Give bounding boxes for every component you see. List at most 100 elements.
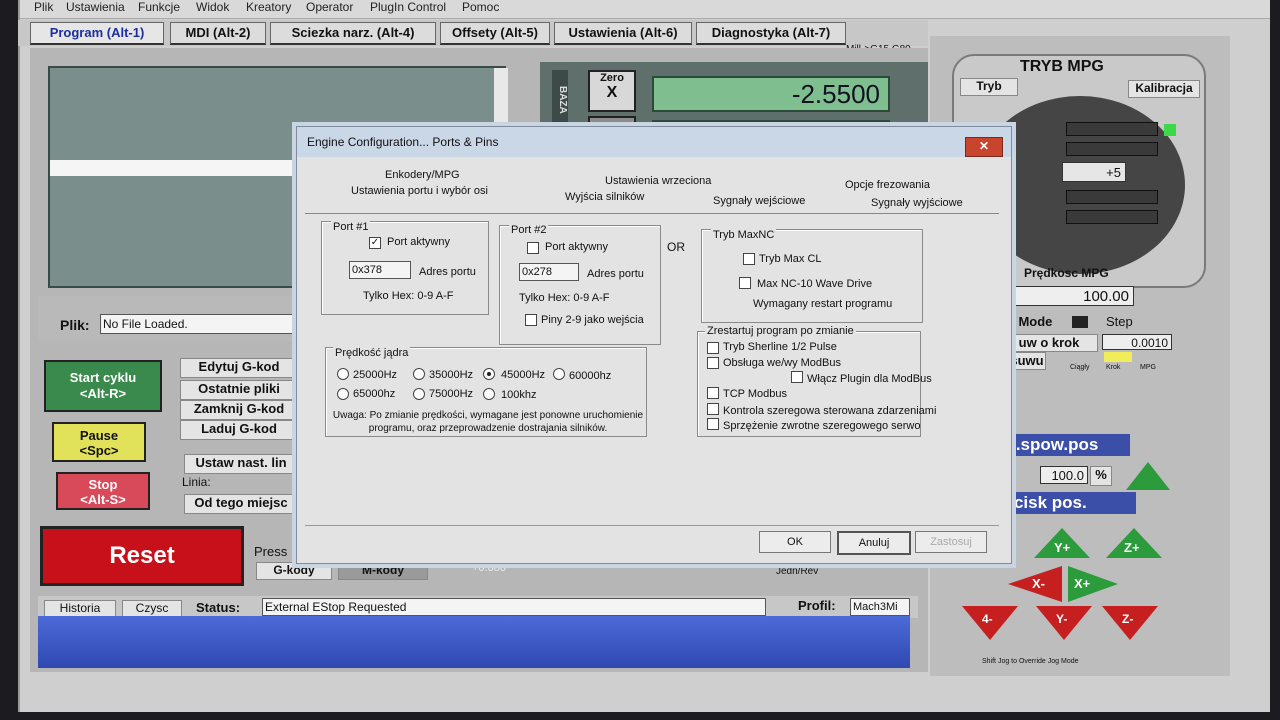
- servo-feedback-label: Sprzężenie zwrotne szeregowego serwo: [723, 420, 921, 432]
- port2-pins-input-checkbox[interactable]: [525, 314, 537, 326]
- edit-gcode-button[interactable]: Edytuj G-kod: [180, 358, 298, 378]
- menu-plik[interactable]: Plik: [34, 0, 53, 14]
- tab-enkodery[interactable]: Enkodery/MPG: [385, 169, 460, 181]
- press-label: Press: [254, 544, 288, 559]
- dialog-close-button[interactable]: ✕: [965, 137, 1003, 157]
- speed-100k-label: 100khz: [501, 389, 537, 401]
- modbus-plugin-checkbox[interactable]: [791, 371, 803, 383]
- dialog-divider: [305, 525, 999, 526]
- speed-100k-radio[interactable]: [483, 388, 495, 400]
- set-next-line-button[interactable]: Ustaw nast. lin: [184, 454, 298, 474]
- menu-ustawienia[interactable]: Ustawienia: [66, 0, 125, 14]
- ports-pins-dialog: Engine Configuration... Ports & Pins ✕ E…: [296, 126, 1012, 564]
- tab-ustawienia-wrzeciona[interactable]: Ustawienia wrzeciona: [605, 175, 711, 187]
- tab-ustawienia-portu[interactable]: Ustawienia portu i wybór osi: [351, 185, 488, 197]
- run-from-here-button[interactable]: Od tego miejsc: [184, 494, 298, 514]
- reset-button[interactable]: Reset: [40, 526, 244, 586]
- mpg-option-2[interactable]: [1066, 142, 1158, 156]
- step-mode-label: Krok: [1106, 364, 1121, 371]
- slow-jog-rate: 100.0: [1040, 466, 1088, 484]
- sherline-label: Tryb Sherline 1/2 Pulse: [723, 341, 837, 353]
- menu-plugin-control[interactable]: PlugIn Control: [370, 0, 446, 14]
- zero-x-button[interactable]: Zero X: [588, 70, 636, 112]
- speed-35000-radio[interactable]: [413, 368, 425, 380]
- load-gcode-button[interactable]: Laduj G-kod: [180, 420, 298, 440]
- menu-funkcje[interactable]: Funkcje: [138, 0, 180, 14]
- max-nc10-label: Max NC-10 Wave Drive: [757, 278, 873, 290]
- port1-active-label: Port aktywny: [387, 236, 450, 248]
- speed-75000-radio[interactable]: [413, 388, 425, 400]
- dro-x-value: -2.5500: [652, 76, 890, 112]
- close-gcode-button[interactable]: Zamknij G-kod: [180, 400, 298, 420]
- mpg-status-led: [1164, 124, 1176, 136]
- mpg-option-1[interactable]: [1066, 122, 1158, 136]
- servo-feedback-checkbox[interactable]: [707, 418, 719, 430]
- baza-label: BAZA: [552, 70, 568, 130]
- max-nc10-checkbox[interactable]: [739, 277, 751, 289]
- max-cl-label: Tryb Max CL: [759, 253, 822, 265]
- modbus-plugin-label: Włącz Plugin dla ModBus: [807, 373, 932, 385]
- tab-diagnostyka[interactable]: Diagnostyka (Alt-7): [696, 22, 846, 45]
- step-mode-led: [1104, 352, 1132, 362]
- sherline-checkbox[interactable]: [707, 342, 719, 354]
- recent-files-button[interactable]: Ostatnie pliki: [180, 380, 298, 400]
- continuous-label: Ciągły: [1070, 364, 1090, 371]
- ok-button[interactable]: OK: [759, 531, 831, 553]
- serial-event-checkbox[interactable]: [707, 403, 719, 415]
- speed-25000-radio[interactable]: [337, 368, 349, 380]
- mcodes-button[interactable]: M-kody: [338, 562, 428, 580]
- tab-sciezka[interactable]: Sciezka narz. (Alt-4): [270, 22, 436, 45]
- tab-program[interactable]: Program (Alt-1): [30, 22, 164, 45]
- jog-y-minus-label: Y-: [1056, 612, 1068, 626]
- port2-title: Port #2: [509, 224, 549, 236]
- mpg-speed-value: 100.00: [1014, 286, 1134, 306]
- tcp-modbus-checkbox[interactable]: [707, 387, 719, 399]
- step-jog-button[interactable]: uw o krok: [1000, 334, 1098, 352]
- apply-button[interactable]: Zastosuj: [915, 531, 987, 553]
- speed-65000-radio[interactable]: [337, 388, 349, 400]
- tab-opcje-frezowania[interactable]: Opcje frezowania: [845, 179, 930, 191]
- tab-sygnaly-wyjsciowe[interactable]: Sygnały wyjściowe: [871, 197, 963, 209]
- serial-event-label: Kontrola szeregowa sterowana zdarzeniami: [723, 405, 937, 417]
- port1-address-input[interactable]: 0x378: [349, 261, 411, 279]
- stop-button[interactable]: Stop <Alt-S>: [56, 472, 150, 510]
- menu-kreatory[interactable]: Kreatory: [246, 0, 291, 14]
- port2-active-checkbox[interactable]: [527, 242, 539, 254]
- tab-wyjscia-silnikow[interactable]: Wyjścia silników: [565, 191, 644, 203]
- mpg-calibration-button[interactable]: Kalibracja: [1128, 80, 1200, 98]
- tab-sygnaly-wejsciowe[interactable]: Sygnały wejściowe: [713, 195, 805, 207]
- mpg-option-4[interactable]: [1066, 210, 1158, 224]
- port1-active-checkbox[interactable]: ✓: [369, 237, 381, 249]
- speed-45000-label: 45000Hz: [501, 369, 546, 381]
- gcodes-button[interactable]: G-kody: [256, 562, 332, 580]
- tab-offsety[interactable]: Offsety (Alt-5): [440, 22, 550, 45]
- jog-z-minus-label: Z-: [1122, 612, 1134, 626]
- max-cl-checkbox[interactable]: [743, 253, 755, 265]
- mpg-step-value: +5: [1062, 162, 1126, 182]
- status-label: Status:: [196, 600, 241, 615]
- menu-widok[interactable]: Widok: [196, 0, 229, 14]
- mpg-mode-button[interactable]: Tryb: [960, 78, 1018, 96]
- tab-ustawienia[interactable]: Ustawienia (Alt-6): [554, 22, 692, 45]
- port1-title: Port #1: [331, 221, 371, 233]
- jog-y-plus-label: Y+: [1054, 540, 1071, 555]
- port2-address-input[interactable]: 0x278: [519, 263, 579, 281]
- cancel-button[interactable]: Anuluj: [837, 531, 911, 555]
- jog-footer-text: Shift Jog to Override Jog Mode: [982, 658, 1079, 665]
- mpg-option-3[interactable]: [1066, 190, 1158, 204]
- kernel-speed-note: Uwaga: Po zmianie prędkości, wymagane je…: [332, 410, 644, 434]
- start-cycle-button[interactable]: Start cyklu <Alt-R>: [44, 360, 162, 412]
- profile-label: Profil:: [798, 598, 836, 613]
- menu-operator[interactable]: Operator: [306, 0, 353, 14]
- jog-plus-icon[interactable]: [1126, 462, 1170, 490]
- pause-button[interactable]: Pause <Spc>: [52, 422, 146, 462]
- axis-x-label: X: [606, 84, 618, 101]
- modbus-label: Obsługa we/wy ModBus: [723, 357, 841, 369]
- speed-45000-radio[interactable]: [483, 368, 495, 380]
- dialog-titlebar: Engine Configuration... Ports & Pins ✕: [297, 127, 1011, 157]
- menu-pomoc[interactable]: Pomoc: [462, 0, 499, 14]
- speed-25000-label: 25000Hz: [353, 369, 398, 381]
- modbus-checkbox[interactable]: [707, 357, 719, 369]
- tab-mdi[interactable]: MDI (Alt-2): [170, 22, 266, 45]
- speed-60000-radio[interactable]: [553, 368, 565, 380]
